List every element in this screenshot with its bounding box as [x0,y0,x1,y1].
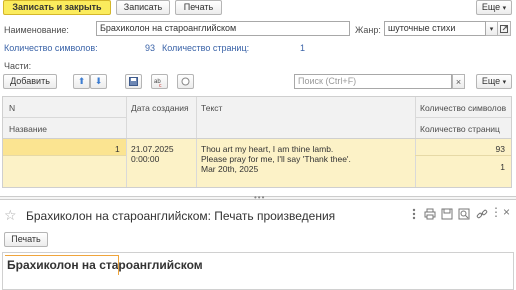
save-part-button[interactable] [125,74,142,89]
name-field[interactable]: Брахиколон на староанглийском [96,21,350,36]
more-label: Еще [481,76,501,86]
row-divider [3,155,126,156]
circle-icon [181,77,190,86]
menu-dots-icon[interactable]: ⋮ [490,206,502,218]
zoom-icon[interactable] [458,208,470,222]
cell-n[interactable]: 1 [115,144,120,154]
parts-table: N Название Дата создания Текст Количеств… [2,96,512,188]
save-and-close-button[interactable]: Записать и закрыть [3,0,111,15]
cell-time: 0:00:00 [131,154,160,164]
save-button[interactable]: Записать [116,0,170,15]
chevron-down-icon: ▾ [489,25,494,33]
cell-text-line-1[interactable]: Thou art my heart, I am thine lamb. [201,144,333,154]
cell-chars[interactable]: 93 [496,144,505,154]
arrow-up-icon: ⬆ [77,76,86,86]
column-header-n[interactable]: N [9,103,15,113]
move-up-button[interactable]: ⬆ [73,74,90,89]
column-header-chars[interactable]: Количество символов [420,103,506,113]
column-divider [126,97,127,187]
genre-field[interactable]: шуточные стихи [384,21,486,36]
column-header-pages[interactable]: Количество страниц [420,124,500,134]
parts-more-button[interactable]: Еще ▾ [476,74,512,89]
svg-text:c: c [159,83,162,87]
cell-date[interactable]: 21.07.2025 [131,144,174,154]
cell-text-line-3: Mar 20th, 2025 [201,164,259,174]
column-header-text[interactable]: Текст [201,103,222,113]
print-button[interactable]: Печать [175,0,222,15]
close-icon: × [455,76,462,87]
header-divider [415,117,511,118]
add-part-button[interactable]: Добавить [3,74,57,89]
open-link-icon [500,24,508,33]
parts-label: Части: [4,61,32,71]
favorite-star-icon[interactable]: ☆ [4,208,17,222]
more-label: Еще [481,2,501,12]
clear-format-button[interactable] [177,74,194,89]
column-divider [196,97,197,187]
print-document-area[interactable]: Брахиколон на староанглийском [2,252,514,290]
cell-pages[interactable]: 1 [500,162,505,172]
column-header-date[interactable]: Дата создания [131,103,189,113]
more-button[interactable]: Еще ▾ [476,0,512,15]
column-header-name[interactable]: Название [9,124,47,134]
genre-label: Жанр: [355,25,381,35]
active-cell-outline [5,255,118,256]
header-divider [3,117,126,118]
pages-count-label: Количество страниц: [162,43,250,53]
chevron-down-icon: ▾ [502,79,507,86]
link-icon[interactable] [476,208,488,222]
spellcheck-button[interactable]: ab c [151,74,168,89]
chars-count-label: Количество символов: [4,43,98,53]
more-menu-icon[interactable] [408,208,420,220]
close-icon[interactable]: × [503,206,510,218]
document-heading: Брахиколон на староанглийском [7,258,203,272]
search-clear-button[interactable]: × [452,74,465,89]
genre-open-button[interactable] [498,21,511,36]
search-input[interactable]: Поиск (Ctrl+F) [294,74,452,89]
printer-icon[interactable] [424,208,436,222]
chevron-down-icon: ▾ [502,5,507,12]
name-label: Наименование: [4,25,69,35]
row-divider [415,155,511,156]
floppy-disk-icon [129,77,138,86]
print-document-button[interactable]: Печать [4,232,48,247]
splitter-grip-icon: ••• [254,193,266,202]
genre-dropdown-button[interactable]: ▾ [486,21,498,36]
selected-cell [3,139,126,155]
cell-text-line-2: Please pray for me, I'll say 'Thank thee… [201,154,351,164]
chars-count-value: 93 [145,43,156,53]
header-bottom-border [3,138,511,139]
pages-count-value: 1 [300,43,306,53]
spellcheck-icon: abc [154,79,162,87]
move-down-button[interactable]: ⬇ [90,74,107,89]
active-cell-outline [118,255,119,275]
column-divider [415,97,416,187]
arrow-down-icon: ⬇ [94,76,103,86]
search-placeholder: Поиск (Ctrl+F) [298,76,357,86]
save-icon[interactable] [441,208,453,222]
print-window-title: Брахиколон на староанглийском: Печать пр… [26,209,336,223]
